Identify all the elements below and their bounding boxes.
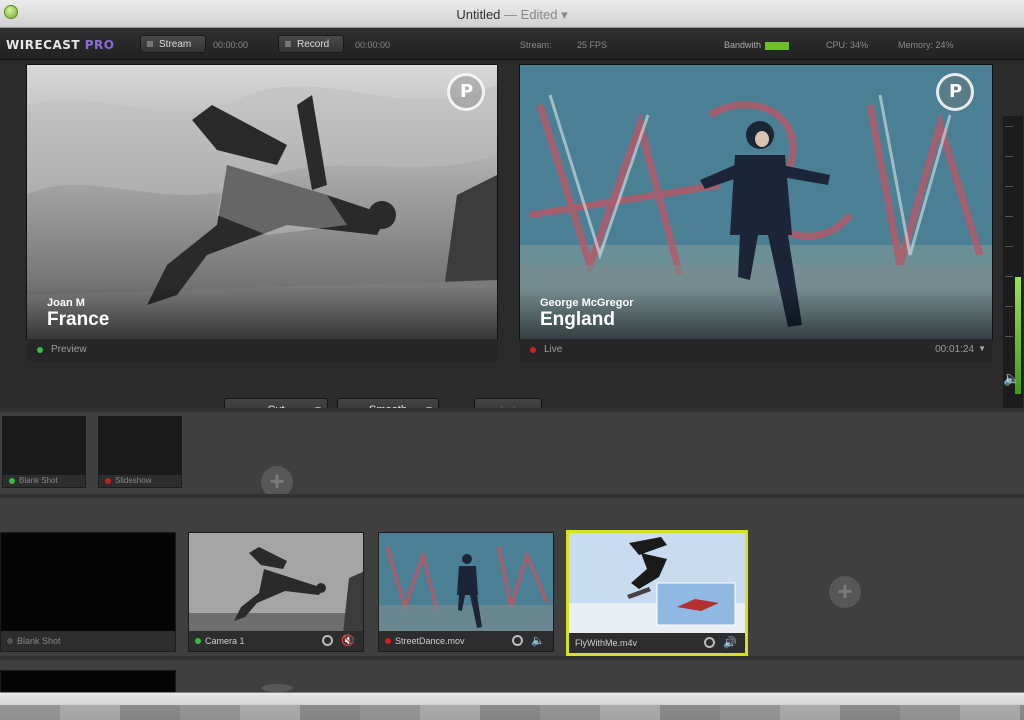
stream-stat-label: Stream:: [520, 40, 552, 50]
shot-thumbnail: [3, 417, 85, 477]
meter-tick: [1005, 186, 1013, 187]
meter-tick: [1005, 156, 1013, 157]
layer-divider: [0, 494, 1024, 498]
live-lower-third-name: George McGregor: [540, 297, 634, 309]
live-label: Live: [544, 344, 563, 355]
speaker-muted-icon[interactable]: 🔇: [341, 634, 355, 647]
shot-blank[interactable]: Blank Shot: [2, 416, 86, 488]
live-elapsed-time: 00:01:24: [935, 344, 974, 355]
fps-readout: 25 FPS: [577, 40, 608, 50]
record-button-label: Record: [297, 39, 330, 50]
dock-thumbnails: [0, 705, 1024, 720]
shot-blank[interactable]: [0, 670, 176, 693]
shot-status-dot: [195, 638, 201, 644]
shot-label-bar: Camera 1 🔇: [189, 631, 363, 651]
shot-streetdance[interactable]: StreetDance.mov 🔈: [378, 532, 554, 652]
shot-thumbnail: [189, 533, 363, 633]
bandwidth-meter: [765, 41, 790, 50]
watermark-logo: [936, 73, 974, 111]
shot-blank[interactable]: Blank Shot: [0, 532, 176, 652]
meter-tick: [1005, 216, 1013, 217]
shot-status-dot: [385, 638, 391, 644]
watermark-logo: [447, 73, 485, 111]
camera-1-thumbnail-image: [189, 533, 363, 633]
stream-button[interactable]: Stream: [140, 35, 206, 53]
shot-layers: Blank Shot Slideshow + Blank Shot Camera…: [0, 408, 1024, 693]
wirecast-app: WIRECAST PRO Stream 00:00:00 Record 00:0…: [0, 28, 1024, 693]
shot-label-bar: Slideshow: [99, 475, 181, 487]
flywithme-thumbnail-image: [569, 533, 745, 633]
shot-flywithme[interactable]: FlyWithMe.m4v 🔊: [566, 530, 748, 656]
meter-tick: [1005, 306, 1013, 307]
shot-status-dot: [9, 478, 15, 484]
add-shot-button[interactable]: [261, 684, 293, 692]
window-title: Untitled — Edited ▾: [0, 7, 1024, 23]
shot-label-bar: StreetDance.mov 🔈: [379, 631, 553, 651]
app-logo-edition: PRO: [84, 38, 115, 52]
gear-icon[interactable]: [512, 635, 523, 646]
meter-tick: [1005, 276, 1013, 277]
live-status-dot: [530, 347, 536, 353]
live-time-dropdown-icon[interactable]: ▼: [978, 344, 986, 353]
preview-monitor[interactable]: Joan M France Preview: [26, 64, 498, 361]
meter-tick: [1005, 126, 1013, 127]
live-lower-third: George McGregor England: [520, 287, 992, 339]
desktop-dock-strip: [0, 692, 1024, 720]
meter-tick: [1005, 336, 1013, 337]
shot-thumbnail: [99, 417, 181, 477]
preview-status-dot: [37, 347, 43, 353]
add-shot-button[interactable]: +: [829, 576, 861, 608]
shot-name: StreetDance.mov: [395, 636, 465, 646]
monitor-area: Joan M France Preview: [0, 60, 1024, 422]
window-titlebar: Untitled — Edited ▾: [0, 0, 1024, 28]
shot-label-bar: Blank Shot: [3, 475, 85, 487]
shot-thumbnail: [379, 533, 553, 633]
memory-readout: Memory: 24%: [898, 40, 954, 50]
preview-label: Preview: [51, 344, 87, 355]
stream-button-label: Stream: [159, 39, 192, 50]
main-toolbar: WIRECAST PRO Stream 00:00:00 Record 00:0…: [0, 28, 1024, 60]
stream-timer: 00:00:00: [213, 40, 249, 50]
shot-name: Blank Shot: [19, 476, 58, 485]
live-lower-third-place: England: [540, 309, 615, 330]
shot-label-bar: FlyWithMe.m4v 🔊: [569, 633, 745, 653]
streetdance-thumbnail-image: [379, 533, 553, 633]
app-logo-name: WIRECAST: [6, 38, 81, 52]
layer-divider: [0, 656, 1024, 660]
speaker-icon[interactable]: 🔈: [531, 634, 545, 647]
gear-icon[interactable]: [322, 635, 333, 646]
record-timer: 00:00:00: [355, 40, 391, 50]
shot-thumbnail: [1, 671, 175, 693]
preview-lower-third-place: France: [47, 309, 110, 330]
cpu-readout: CPU: 34%: [826, 40, 869, 50]
live-monitor[interactable]: George McGregor England Live 00:01:24 ▼: [519, 64, 993, 361]
shot-status-dot: [105, 478, 111, 484]
app-logo: WIRECAST PRO: [6, 38, 115, 52]
shot-slideshow[interactable]: Slideshow: [98, 416, 182, 488]
preview-lower-third-name: Joan M: [47, 297, 85, 309]
live-status-bar: Live 00:01:24 ▼: [520, 339, 992, 361]
meter-tick: [1005, 246, 1013, 247]
preview-lower-third: Joan M France: [27, 287, 497, 339]
speaker-icon[interactable]: 🔊: [723, 636, 737, 649]
bandwidth-readout: Bandwith: [724, 40, 790, 50]
preview-status-bar: Preview: [27, 339, 497, 361]
gear-icon[interactable]: [704, 637, 715, 648]
document-title: Untitled: [456, 7, 501, 22]
shot-name: Camera 1: [205, 636, 245, 646]
shot-status-dot: [7, 638, 13, 644]
bandwidth-label: Bandwith: [724, 40, 762, 50]
record-button[interactable]: Record: [278, 35, 344, 53]
shot-name: Slideshow: [115, 476, 152, 485]
shot-thumbnail: [569, 533, 745, 633]
shot-label-bar: Blank Shot: [1, 631, 175, 651]
speaker-icon[interactable]: 🔈: [1003, 370, 1020, 387]
shot-name: Blank Shot: [17, 636, 61, 646]
shot-camera-1[interactable]: Camera 1 🔇: [188, 532, 364, 652]
edited-indicator[interactable]: — Edited ▾: [504, 7, 568, 22]
shot-thumbnail: [1, 533, 175, 633]
layer-divider: [0, 408, 1024, 412]
shot-name: FlyWithMe.m4v: [575, 638, 638, 648]
